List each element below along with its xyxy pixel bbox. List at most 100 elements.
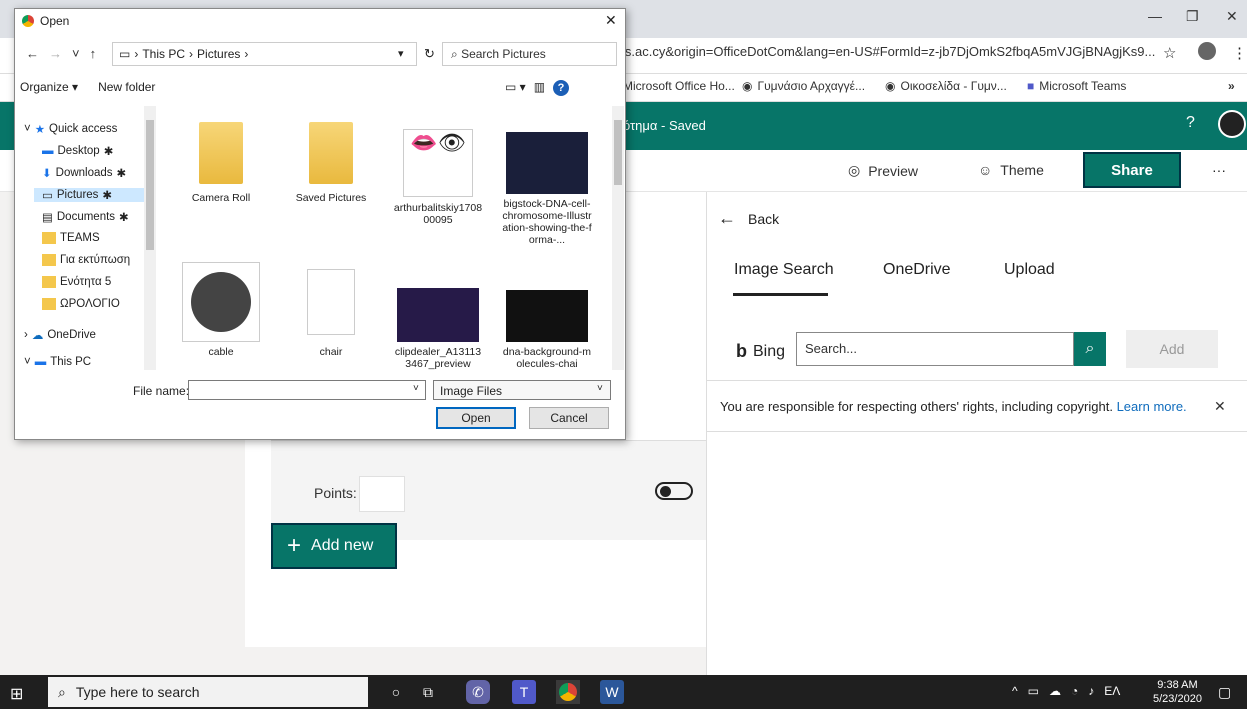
file-cable[interactable]: cable	[176, 262, 266, 358]
nav-print[interactable]: Για εκτύπωση	[42, 254, 130, 266]
organize-button[interactable]: Organize ▾	[20, 80, 78, 94]
nav-quick-access[interactable]: ˅ ★ Quick access	[24, 122, 117, 136]
bookmark-gymnasio[interactable]: ◉ Γυμνάσιο Αρχαγγέ...	[742, 79, 865, 93]
help-icon[interactable]: ?	[1186, 114, 1195, 132]
eye-icon: ◎	[848, 162, 861, 178]
pin-icon: ✱	[102, 190, 113, 202]
cortana-icon[interactable]: ○	[384, 680, 408, 704]
chrome-icon[interactable]	[556, 680, 580, 704]
folder-icon	[42, 254, 56, 266]
file-bigstock-dna[interactable]: bigstock-DNA-cell-chromosome-Illustratio…	[502, 132, 592, 250]
refresh-icon[interactable]: ↻	[424, 46, 435, 62]
menu-kebab-icon[interactable]: ⋮	[1232, 44, 1247, 62]
chevron-up-icon[interactable]: ^	[1012, 684, 1018, 698]
file-name-input[interactable]	[188, 380, 426, 400]
wifi-icon[interactable]: ◔	[1071, 684, 1078, 698]
taskbar-search[interactable]: ⌕ Type here to search	[48, 677, 368, 707]
bing-logo: b Bing	[736, 341, 786, 361]
share-button[interactable]: Share	[1083, 152, 1181, 188]
points-input[interactable]	[359, 476, 405, 512]
bookmark-office[interactable]: Microsoft Office Ho...	[623, 79, 735, 93]
address-bar[interactable]: ls.ac.cy&origin=OfficeDotCom&lang=en-US#…	[622, 44, 1155, 59]
path-dropdown-icon[interactable]: ▾	[398, 47, 404, 60]
files-scrollbar-thumb[interactable]	[614, 120, 622, 185]
notifications-icon[interactable]: ▢	[1218, 684, 1231, 701]
add-new-button[interactable]: + Add new	[271, 523, 397, 569]
nav-scrollbar-thumb[interactable]	[146, 120, 154, 250]
search-icon[interactable]: ⌕	[1074, 332, 1106, 366]
documents-icon: ▤	[42, 212, 53, 224]
file-name-dropdown-icon[interactable]: ˅	[413, 383, 419, 394]
nav-documents[interactable]: ▤ Documents ✱	[42, 210, 129, 224]
bookmark-teams[interactable]: ■ Microsoft Teams	[1027, 79, 1126, 93]
minimize-icon[interactable]: —	[1148, 8, 1162, 24]
file-clipdealer[interactable]: clipdealer_A131133467_preview	[393, 288, 483, 370]
back-icon[interactable]: ←	[26, 46, 39, 61]
avatar[interactable]	[1198, 42, 1216, 60]
nav-downloads[interactable]: ⬇ Downloads ✱	[42, 166, 126, 180]
onedrive-tray-icon[interactable]: ☁	[1049, 684, 1061, 698]
cancel-button[interactable]: Cancel	[529, 407, 609, 429]
tab-onedrive[interactable]: OneDrive	[883, 261, 951, 279]
nav-onedrive[interactable]: › ☁ OneDrive	[24, 328, 96, 342]
required-toggle[interactable]	[655, 482, 693, 500]
bookmark-oikoselida[interactable]: ◉ Οικοσελίδα - Γυμν...	[885, 79, 1007, 93]
download-icon: ⬇	[42, 168, 52, 180]
nav-schedule[interactable]: ΩΡΟΛΟΓΙΟ	[42, 298, 120, 310]
file-chair[interactable]: chair	[286, 262, 376, 358]
more-options-icon[interactable]: ···	[1212, 162, 1226, 178]
close-window-icon[interactable]: ✕	[1226, 8, 1238, 25]
nav-pictures[interactable]: ▭ Pictures ✱	[34, 188, 154, 202]
image-thumbnail	[191, 272, 251, 332]
word-icon[interactable]: W	[600, 680, 624, 704]
theme-button[interactable]: ☺ Theme	[978, 162, 1044, 178]
file-type-dropdown-icon[interactable]: ˅	[597, 383, 603, 394]
tab-upload[interactable]: Upload	[1004, 261, 1055, 279]
forward-icon[interactable]: →	[49, 46, 62, 61]
new-folder-button[interactable]: New folder	[98, 80, 155, 94]
viber-icon[interactable]: ✆	[466, 680, 490, 704]
help-icon[interactable]: ?	[553, 80, 570, 96]
bookmarks-more[interactable]: »	[1228, 79, 1235, 93]
path-bar[interactable]: ▭ › This PC › Pictures ›	[112, 42, 417, 66]
dialog-close-icon[interactable]: ✕	[605, 12, 617, 29]
nav-unit5[interactable]: Ενότητα 5	[42, 276, 111, 288]
star-icon: ★	[34, 124, 46, 136]
image-thumbnail	[506, 290, 588, 342]
user-avatar[interactable]	[1218, 110, 1246, 138]
restore-icon[interactable]: ❐	[1186, 8, 1199, 25]
file-dna-background[interactable]: dna-background-molecules-chai	[502, 290, 592, 370]
nav-this-pc[interactable]: ˅ ▬ This PC	[24, 356, 91, 368]
tab-image-search[interactable]: Image Search	[734, 261, 834, 279]
file-type-select[interactable]: Image Files	[433, 380, 611, 400]
image-search-input[interactable]: Search...	[796, 332, 1074, 366]
pin-icon: ✱	[103, 146, 114, 158]
teams-icon: ■	[1027, 79, 1035, 93]
add-button[interactable]: Add	[1126, 330, 1218, 368]
bookmark-star-icon[interactable]: ☆	[1163, 44, 1176, 62]
dialog-search-input[interactable]: ⌕ Search Pictures	[442, 42, 617, 66]
up-icon[interactable]: ↑	[90, 46, 97, 61]
task-view-icon[interactable]: ⧉	[416, 680, 440, 704]
volume-icon[interactable]: ♪	[1088, 684, 1094, 698]
palette-icon: ☺	[978, 162, 993, 178]
clock[interactable]: 9:38 AM 5/23/2020	[1153, 678, 1202, 707]
nav-teams[interactable]: TEAMS	[42, 232, 100, 244]
battery-icon[interactable]: ▭	[1028, 684, 1039, 698]
windows-start-icon[interactable]: ⊞	[10, 684, 23, 704]
file-camera-roll[interactable]: Camera Roll	[176, 118, 266, 204]
file-saved-pictures[interactable]: Saved Pictures	[286, 118, 376, 204]
back-arrow-icon: ←	[718, 208, 736, 228]
language-indicator[interactable]: ΕΛ	[1104, 684, 1120, 698]
view-menu-icon[interactable]: ▭ ▾	[505, 80, 526, 96]
recent-dropdown-icon[interactable]: ˅	[72, 46, 80, 61]
open-button[interactable]: Open	[436, 407, 516, 429]
teams-icon[interactable]: T	[512, 680, 536, 704]
preview-button[interactable]: ◎ Preview	[848, 162, 918, 179]
preview-pane-icon[interactable]: ▥	[534, 80, 545, 96]
back-button[interactable]: ← Back	[718, 208, 779, 229]
close-icon[interactable]: ✕	[1214, 398, 1226, 415]
nav-desktop[interactable]: ▬ Desktop ✱	[42, 144, 113, 158]
file-arthurbalitskiy[interactable]: 👄👁 arthurbalitskiy170800095	[393, 128, 483, 226]
learn-more-link[interactable]: Learn more.	[1117, 399, 1187, 414]
